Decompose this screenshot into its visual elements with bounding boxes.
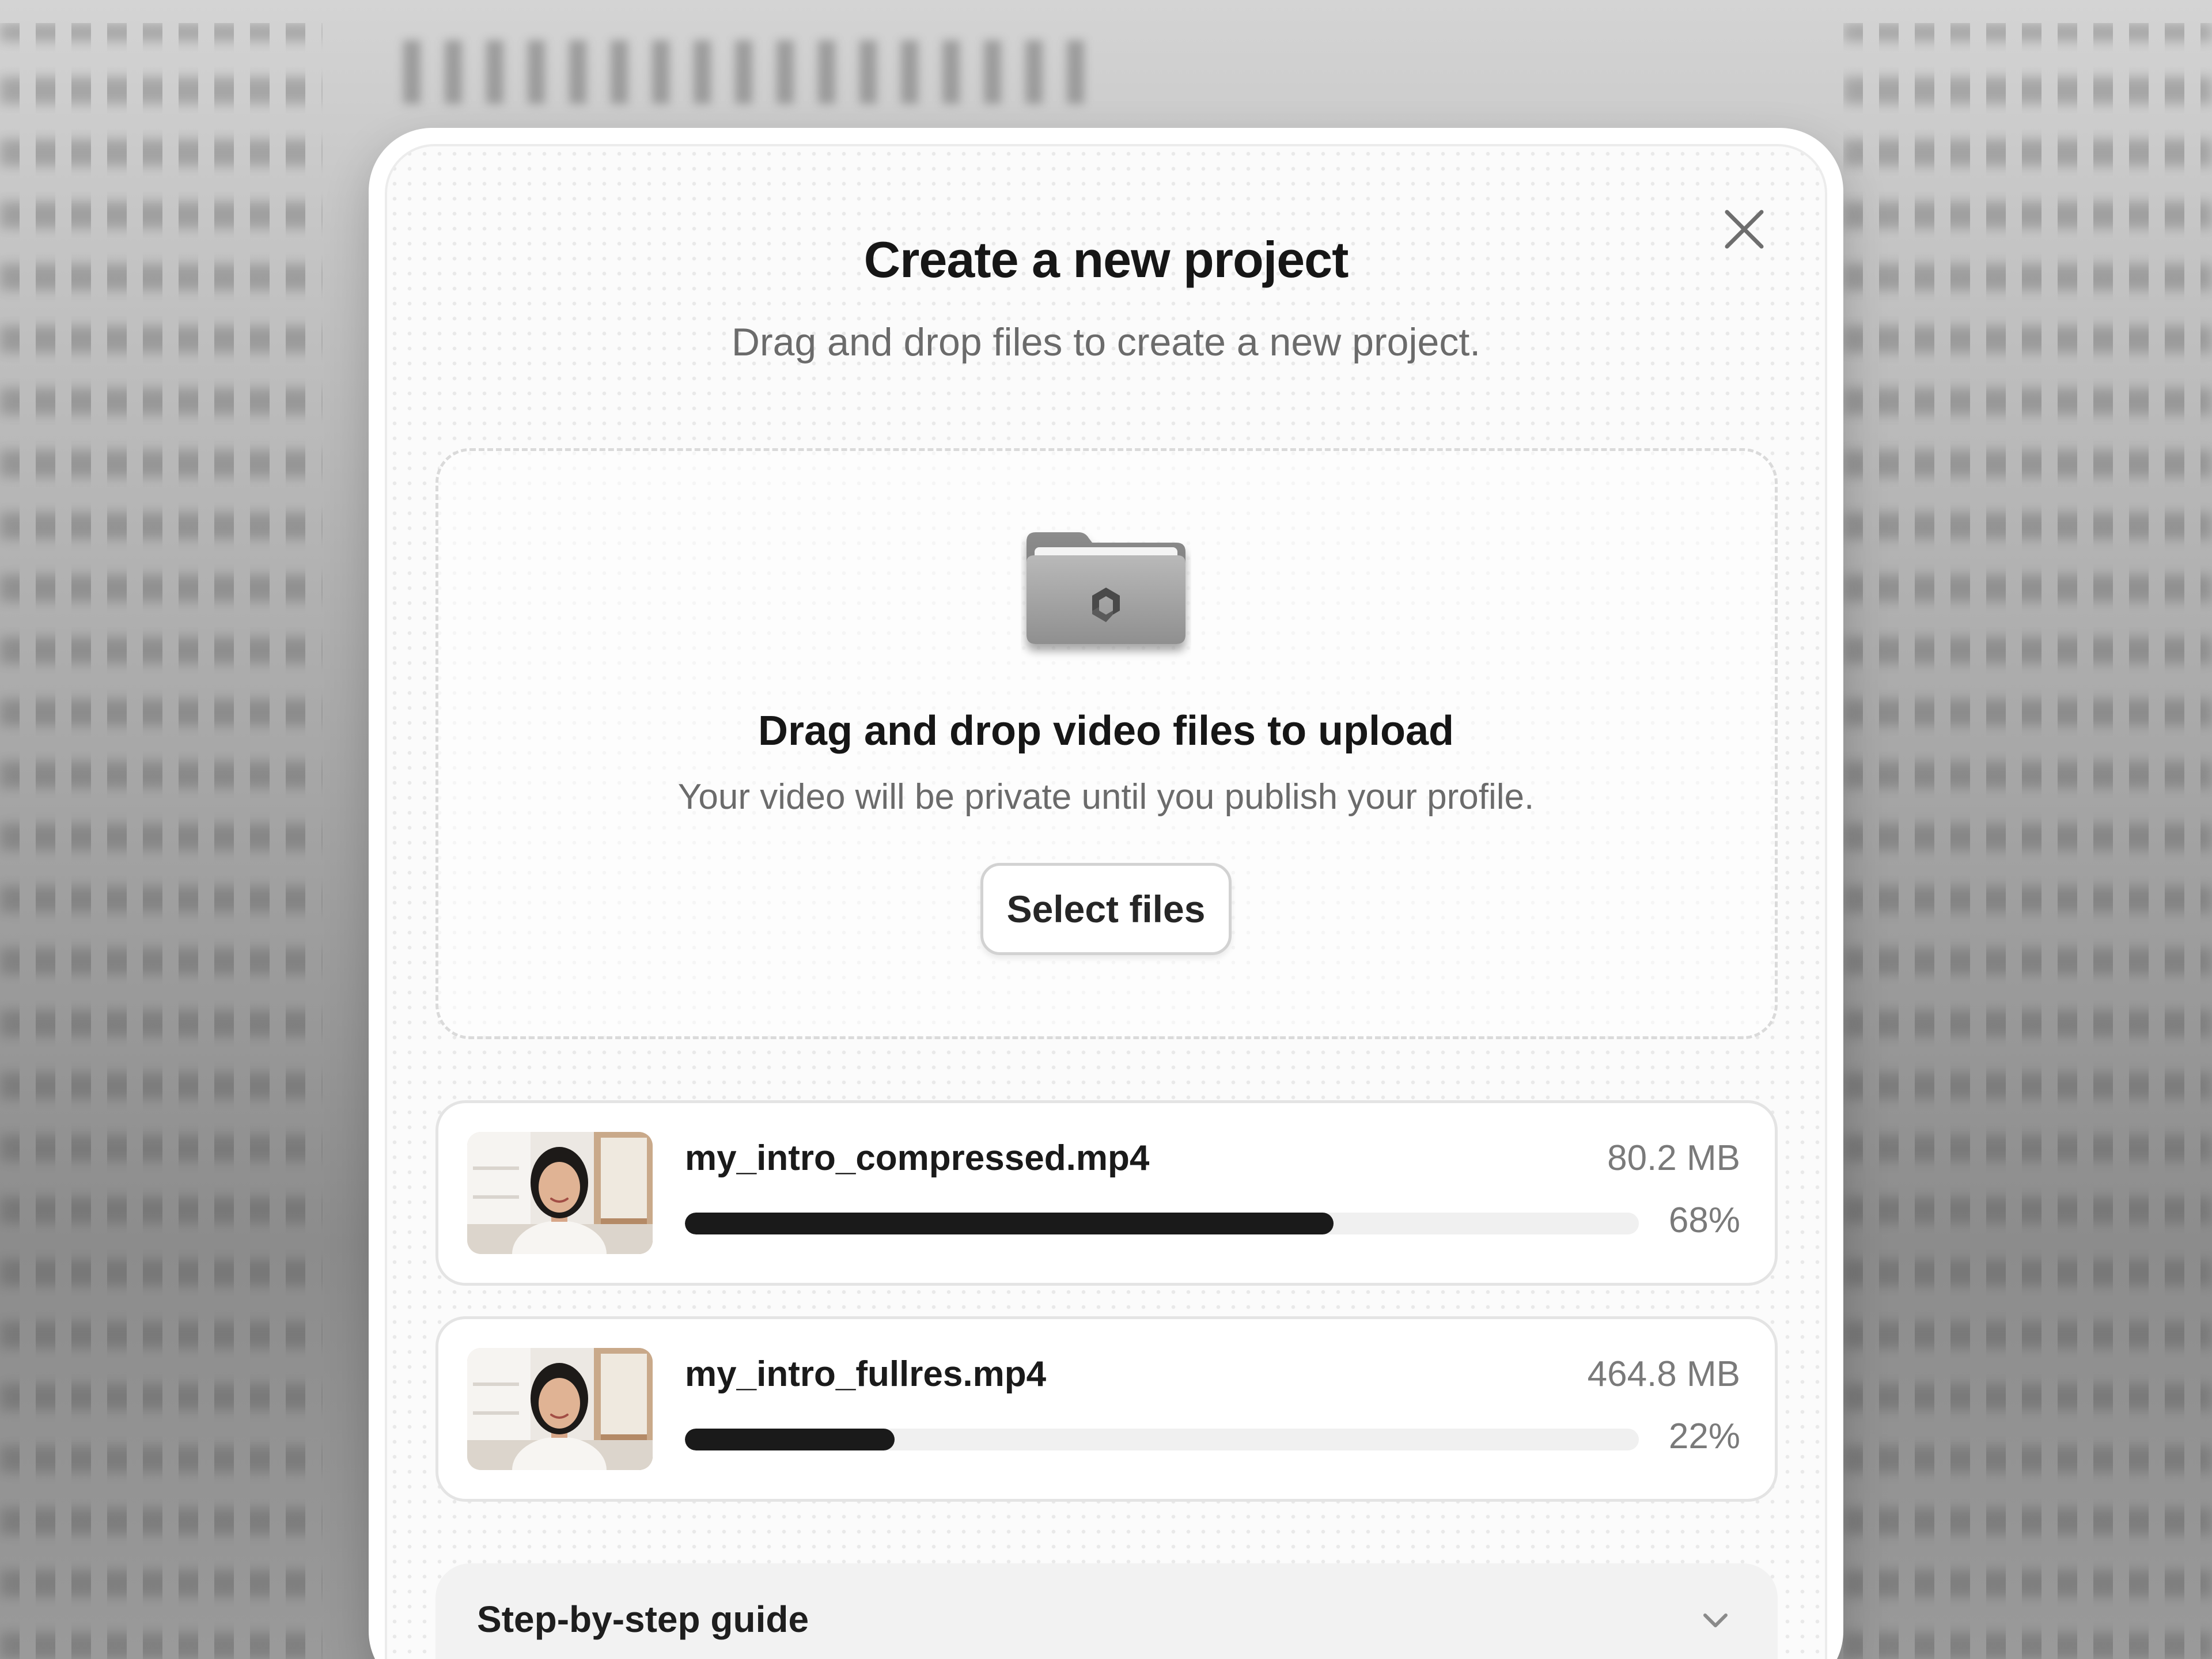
file-name: my_intro_compressed.mp4 (685, 1138, 1150, 1178)
modal-subtitle: Drag and drop files to create a new proj… (731, 320, 1481, 364)
background-pattern-top (403, 40, 1094, 104)
file-name: my_intro_fullres.mp4 (685, 1354, 1047, 1394)
video-thumbnail (467, 1132, 653, 1254)
upload-item: my_intro_compressed.mp4 80.2 MB 68% (435, 1100, 1778, 1286)
upload-progress-bar (685, 1429, 1639, 1450)
guide-label: Step-by-step guide (477, 1599, 809, 1640)
upload-progress-bar (685, 1213, 1639, 1234)
upload-progress-fill (685, 1213, 1334, 1234)
dropzone-title: Drag and drop video files to upload (757, 708, 1455, 754)
upload-item: my_intro_fullres.mp4 464.8 MB 22% (435, 1316, 1778, 1502)
upload-progress-fill (685, 1429, 895, 1450)
video-thumbnail (467, 1348, 653, 1470)
dropzone-description: Your video will be private until you pub… (677, 777, 1535, 817)
step-by-step-guide-accordion[interactable]: Step-by-step guide (435, 1563, 1778, 1659)
select-files-button[interactable]: Select files (980, 863, 1232, 955)
background-pattern-right (1843, 23, 2212, 1659)
chevron-down-icon (1703, 1613, 1728, 1627)
background-pattern-left (0, 23, 323, 1659)
file-size: 80.2 MB (1607, 1138, 1740, 1178)
file-size: 464.8 MB (1587, 1354, 1740, 1394)
upload-percent: 22% (1668, 1416, 1740, 1456)
modal-title: Create a new project (863, 231, 1349, 288)
folder-icon (1021, 524, 1191, 662)
upload-percent: 68% (1668, 1200, 1740, 1240)
